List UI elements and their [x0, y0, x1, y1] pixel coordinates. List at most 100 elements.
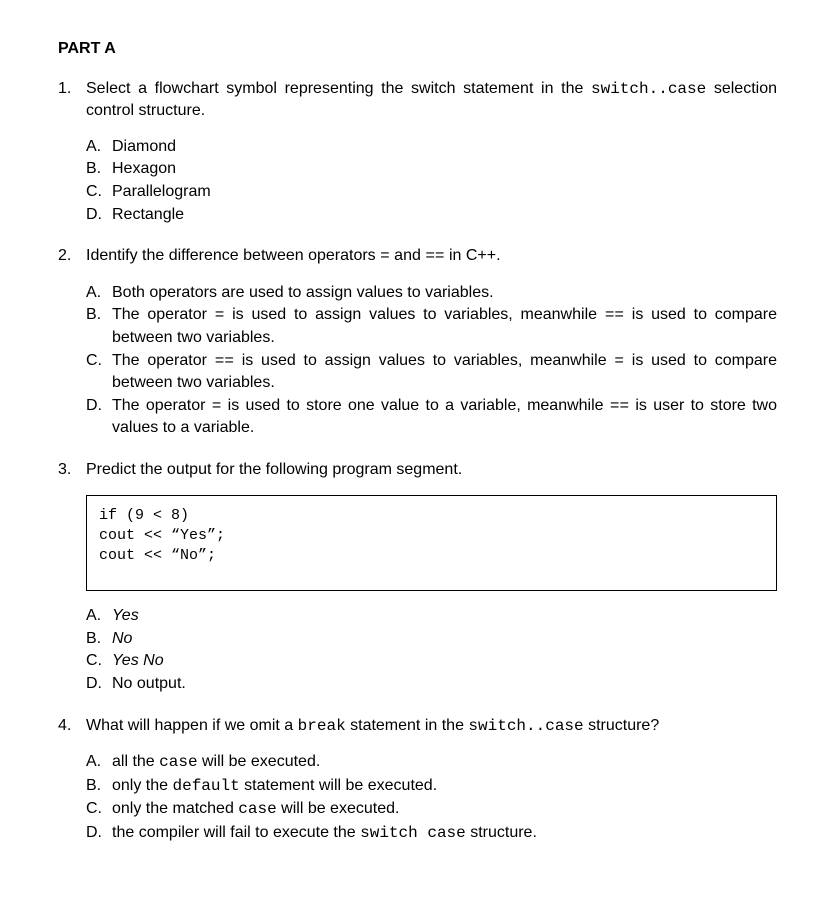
text-fragment: == — [425, 247, 444, 265]
option-row: B.Hexagon — [86, 158, 777, 180]
option-text: The operator = is used to assign values … — [112, 304, 777, 348]
text-fragment: Yes No — [112, 652, 164, 669]
text-fragment: structure? — [584, 717, 660, 734]
option-letter: D. — [86, 204, 112, 226]
option-letter: A. — [86, 282, 112, 304]
option-text: The operator == is used to assign values… — [112, 350, 777, 394]
text-fragment: in C++. — [445, 247, 501, 264]
text-fragment: default — [172, 777, 239, 795]
option-text: No output. — [112, 673, 777, 695]
text-fragment: Identify the difference between operator… — [86, 247, 380, 264]
option-row: C.only the matched case will be executed… — [86, 798, 777, 821]
question-text: Select a flowchart symbol representing t… — [86, 78, 777, 122]
text-fragment: all the — [112, 753, 159, 770]
text-fragment: Rectangle — [112, 206, 184, 223]
option-text: Rectangle — [112, 204, 777, 226]
option-letter: D. — [86, 673, 112, 695]
text-fragment: = — [614, 352, 624, 370]
text-fragment: Hexagon — [112, 160, 176, 177]
text-fragment: will be executed. — [277, 800, 400, 817]
text-fragment: is used to assign values to variables, m… — [234, 352, 614, 369]
text-fragment: the compiler will fail to execute the — [112, 824, 360, 841]
question-number: 2. — [58, 245, 86, 267]
option-letter: A. — [86, 605, 112, 627]
option-row: B.No — [86, 628, 777, 650]
text-fragment: will be executed. — [198, 753, 321, 770]
option-letter: C. — [86, 181, 112, 203]
option-letter: B. — [86, 304, 112, 326]
question-number: 4. — [58, 715, 86, 737]
text-fragment: only the matched — [112, 800, 238, 817]
question-row: 4.What will happen if we omit a break st… — [58, 715, 777, 738]
question-row: 3.Predict the output for the following p… — [58, 459, 777, 481]
option-text: only the default statement will be execu… — [112, 775, 777, 798]
text-fragment: switch case — [360, 824, 466, 842]
options-list: A.YesB.NoC.Yes NoD.No output. — [86, 605, 777, 694]
options-list: A.Both operators are used to assign valu… — [86, 282, 777, 439]
text-fragment: break — [298, 717, 346, 735]
option-row: C.Yes No — [86, 650, 777, 672]
text-fragment: No output. — [112, 675, 186, 692]
option-text: Hexagon — [112, 158, 777, 180]
question-number: 1. — [58, 78, 86, 100]
option-row: D.the compiler will fail to execute the … — [86, 822, 777, 845]
text-fragment: == — [610, 397, 629, 415]
option-row: D.No output. — [86, 673, 777, 695]
questions-list: 1.Select a flowchart symbol representing… — [58, 78, 777, 845]
text-fragment: statement will be executed. — [240, 777, 437, 794]
option-text: Yes No — [112, 650, 777, 672]
text-fragment: No — [112, 630, 132, 647]
option-row: C.Parallelogram — [86, 181, 777, 203]
option-letter: C. — [86, 350, 112, 372]
option-row: B.only the default statement will be exe… — [86, 775, 777, 798]
question-text: What will happen if we omit a break stat… — [86, 715, 777, 738]
option-row: A.Yes — [86, 605, 777, 627]
question-row: 1.Select a flowchart symbol representing… — [58, 78, 777, 122]
option-letter: B. — [86, 775, 112, 797]
text-fragment: == — [215, 352, 234, 370]
options-list: A.DiamondB.HexagonC.ParallelogramD.Recta… — [86, 136, 777, 225]
option-letter: C. — [86, 798, 112, 820]
text-fragment: is used to assign values to variables, m… — [224, 306, 604, 323]
text-fragment: The operator — [112, 306, 215, 323]
option-row: A.Diamond — [86, 136, 777, 158]
text-fragment: case — [238, 800, 276, 818]
text-fragment: == — [605, 306, 624, 324]
text-fragment: = — [215, 306, 225, 324]
option-letter: D. — [86, 822, 112, 844]
question-row: 2.Identify the difference between operat… — [58, 245, 777, 268]
option-letter: A. — [86, 751, 112, 773]
text-fragment: Both operators are used to assign values… — [112, 284, 494, 301]
text-fragment: statement in the — [346, 717, 469, 734]
options-list: A.all the case will be executed.B.only t… — [86, 751, 777, 844]
option-text: all the case will be executed. — [112, 751, 777, 774]
code-box: if (9 < 8) cout << “Yes”; cout << “No”; — [86, 495, 777, 592]
text-fragment: What will happen if we omit a — [86, 717, 298, 734]
option-row: A.all the case will be executed. — [86, 751, 777, 774]
option-row: D.The operator = is used to store one va… — [86, 395, 777, 439]
option-text: only the matched case will be executed. — [112, 798, 777, 821]
section-title: PART A — [58, 38, 777, 60]
option-letter: D. — [86, 395, 112, 417]
question-text: Predict the output for the following pro… — [86, 459, 777, 481]
option-letter: A. — [86, 136, 112, 158]
option-text: Diamond — [112, 136, 777, 158]
text-fragment: = — [380, 247, 390, 265]
text-fragment: Predict the output for the following pro… — [86, 461, 462, 478]
text-fragment: case — [159, 753, 197, 771]
option-text: The operator = is used to store one valu… — [112, 395, 777, 439]
question-number: 3. — [58, 459, 86, 481]
option-letter: B. — [86, 158, 112, 180]
option-letter: B. — [86, 628, 112, 650]
text-fragment: switch..case — [468, 717, 583, 735]
option-row: B.The operator = is used to assign value… — [86, 304, 777, 348]
text-fragment: Select a flowchart symbol representing t… — [86, 80, 591, 97]
text-fragment: only the — [112, 777, 172, 794]
option-text: the compiler will fail to execute the sw… — [112, 822, 777, 845]
question-block: 1.Select a flowchart symbol representing… — [58, 78, 777, 226]
option-row: C.The operator == is used to assign valu… — [86, 350, 777, 394]
question-block: 4.What will happen if we omit a break st… — [58, 715, 777, 845]
text-fragment: Parallelogram — [112, 183, 211, 200]
option-text: Parallelogram — [112, 181, 777, 203]
question-block: 2.Identify the difference between operat… — [58, 245, 777, 439]
